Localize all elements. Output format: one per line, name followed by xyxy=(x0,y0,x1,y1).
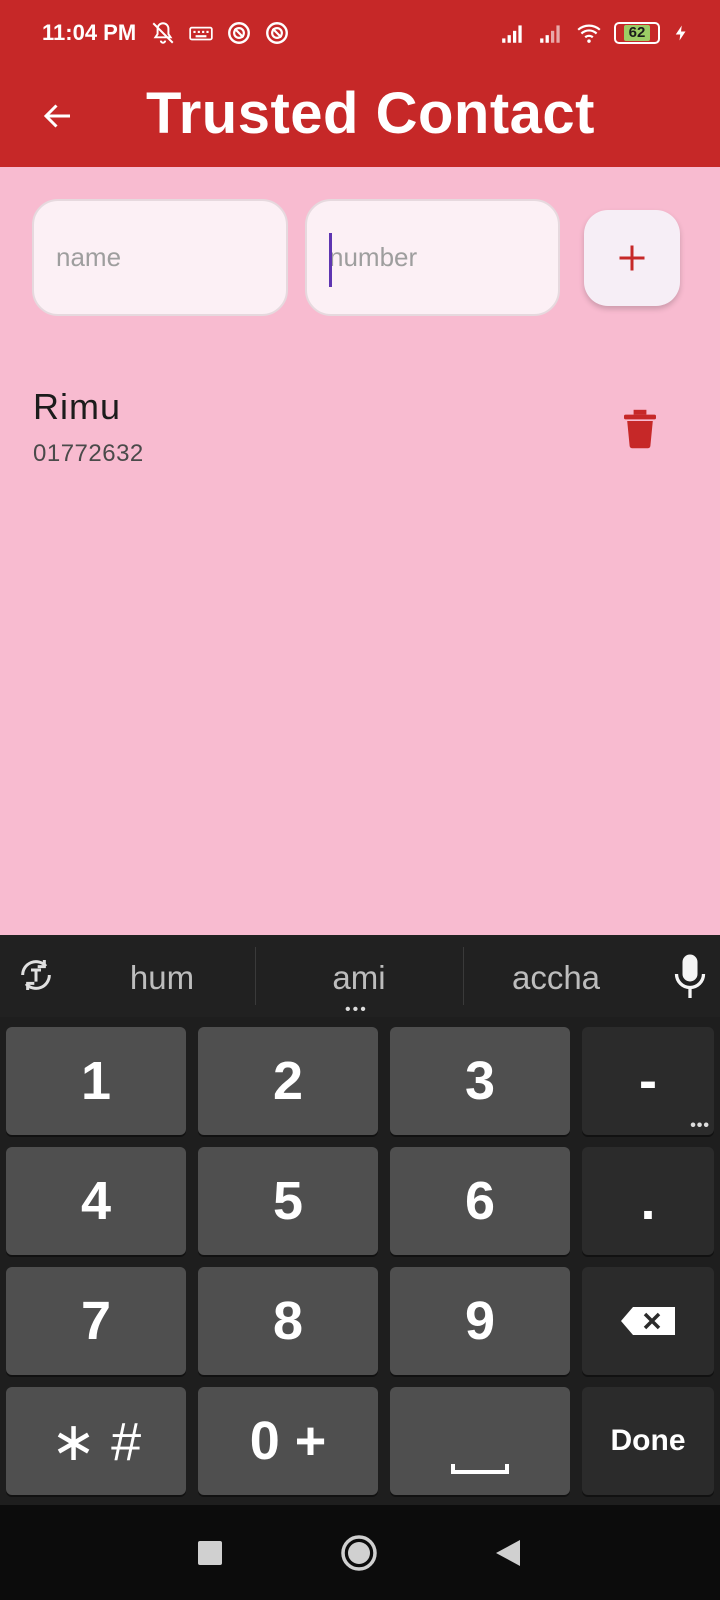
key-9[interactable]: 9 xyxy=(390,1267,570,1375)
battery-icon: 62 xyxy=(614,22,660,44)
suggestion-item[interactable]: accha xyxy=(456,959,656,997)
add-contact-button[interactable] xyxy=(584,210,680,306)
app-icon xyxy=(228,22,250,44)
number-field[interactable] xyxy=(305,199,560,316)
square-icon xyxy=(198,1541,222,1565)
key-dash[interactable]: - ••• xyxy=(582,1027,714,1135)
key-3[interactable]: 3 xyxy=(390,1027,570,1135)
text-cursor xyxy=(329,233,332,287)
key-5[interactable]: 5 xyxy=(198,1147,378,1255)
status-icons-left xyxy=(150,20,290,46)
suggestion-item[interactable]: ami xyxy=(259,959,459,997)
key-2[interactable]: 2 xyxy=(198,1027,378,1135)
status-bar: 11:04 PM 62 xyxy=(0,0,720,68)
system-nav-bar xyxy=(0,1505,720,1600)
contact-name: Rimu xyxy=(33,386,122,427)
more-suggestions-indicator: ••• xyxy=(345,1001,368,1018)
page-title: Trusted Contact xyxy=(146,81,595,146)
status-icons-right: 62 xyxy=(500,20,690,46)
back-button[interactable] xyxy=(30,88,86,144)
signal-icon xyxy=(540,25,560,43)
key-dash-label: - xyxy=(639,1051,657,1111)
space-icon xyxy=(451,1464,509,1474)
signal-icon xyxy=(502,25,522,43)
charging-icon xyxy=(675,25,686,41)
app-icon xyxy=(266,22,288,44)
recents-button[interactable] xyxy=(190,1533,230,1573)
name-field[interactable] xyxy=(32,199,288,316)
backspace-key[interactable] xyxy=(582,1267,714,1375)
space-key[interactable] xyxy=(390,1387,570,1495)
nav-back-button[interactable] xyxy=(488,1533,528,1573)
keyboard-icon xyxy=(189,26,213,41)
delete-contact-button[interactable] xyxy=(616,400,664,458)
circle-icon xyxy=(341,1535,377,1571)
suggestion-divider xyxy=(255,947,256,1005)
battery-level: 62 xyxy=(623,25,651,41)
key-4[interactable]: 4 xyxy=(6,1147,186,1255)
key-0-plus[interactable]: 0 + xyxy=(198,1387,378,1495)
trash-icon xyxy=(624,409,656,449)
key-1[interactable]: 1 xyxy=(6,1027,186,1135)
mute-icon xyxy=(152,22,174,44)
backspace-icon xyxy=(621,1307,675,1335)
plus-icon xyxy=(619,245,645,271)
text-tool-icon[interactable] xyxy=(16,955,56,995)
app-bar: Trusted Contact xyxy=(0,68,720,167)
triangle-back-icon xyxy=(496,1540,520,1566)
key-8[interactable]: 8 xyxy=(198,1267,378,1375)
contact-number: 01772632 xyxy=(33,440,144,467)
suggestion-item[interactable]: hum xyxy=(62,959,262,997)
on-screen-keyboard: hum ami ••• accha 1 2 3 - ••• 4 5 6 . 7 8… xyxy=(0,935,720,1505)
key-6[interactable]: 6 xyxy=(390,1147,570,1255)
key-7[interactable]: 7 xyxy=(6,1267,186,1375)
status-time: 11:04 PM xyxy=(42,20,137,45)
name-input[interactable] xyxy=(34,201,286,314)
microphone-icon[interactable] xyxy=(672,953,708,1001)
wifi-icon xyxy=(577,24,601,43)
suggestion-bar: hum ami ••• accha xyxy=(0,935,720,1018)
home-button[interactable] xyxy=(339,1533,379,1573)
key-star-hash[interactable]: ∗ # xyxy=(6,1387,186,1495)
done-key[interactable]: Done xyxy=(582,1387,714,1495)
number-input[interactable] xyxy=(307,201,558,314)
more-symbols-indicator: ••• xyxy=(690,1117,710,1134)
key-dot[interactable]: . xyxy=(582,1147,714,1255)
arrow-left-icon xyxy=(43,104,70,128)
